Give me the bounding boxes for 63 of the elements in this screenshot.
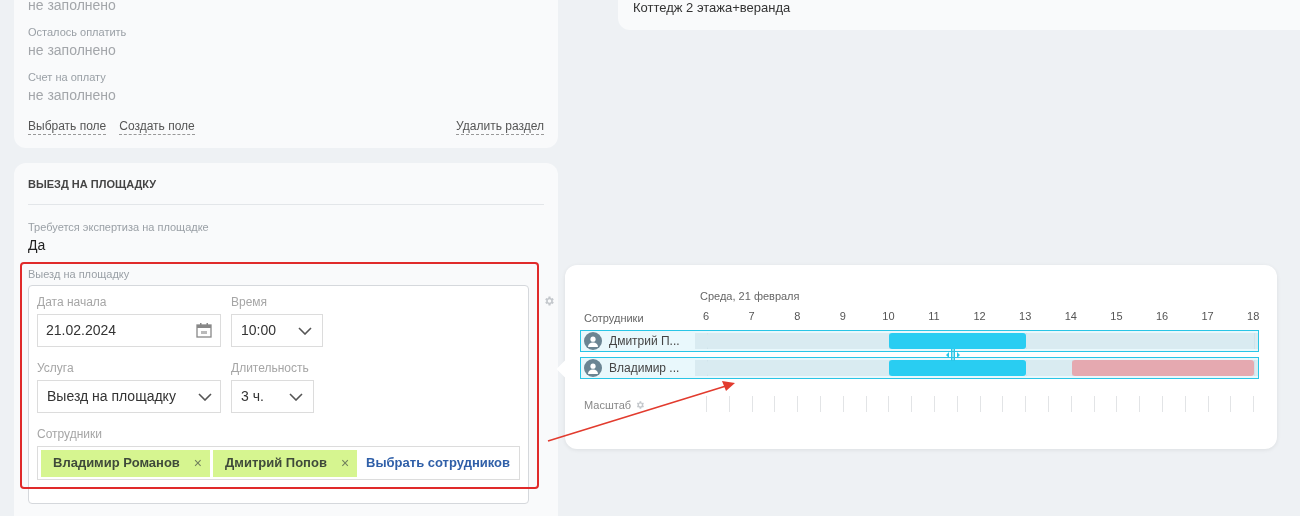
chevron-down-icon xyxy=(289,392,303,401)
date-field[interactable]: 21.02.2024 xyxy=(37,314,221,347)
section-title: ВЫЕЗД НА ПЛОЩАДКУ xyxy=(28,177,158,191)
tag-label: Дмитрий Попов xyxy=(225,454,327,473)
avatar-icon xyxy=(584,332,602,350)
schedule-date: Среда, 21 февраля xyxy=(700,289,801,303)
choose-staff-link[interactable]: Выбрать сотрудников xyxy=(366,453,510,473)
staff-name: Владимир ... xyxy=(609,360,680,376)
field-value: не заполнено xyxy=(28,41,117,59)
field-value: не заполнено xyxy=(28,86,117,104)
hour-label: 12 xyxy=(972,309,987,323)
avatar-icon xyxy=(584,359,602,377)
chevron-down-icon xyxy=(198,392,212,401)
hour-label: 15 xyxy=(1109,309,1124,323)
time-slot[interactable] xyxy=(1003,360,1026,376)
group-label: Выезд на площадку xyxy=(28,267,131,281)
field-label: Осталось оплатить xyxy=(28,25,128,39)
remove-tag-button[interactable]: × xyxy=(193,452,203,474)
chevron-down-icon xyxy=(298,326,312,335)
resize-handle-icon[interactable] xyxy=(945,349,961,361)
hour-label: 13 xyxy=(1018,309,1033,323)
hour-label: 10 xyxy=(881,309,896,323)
column-header: Сотрудники xyxy=(584,311,644,325)
hour-label: 17 xyxy=(1200,309,1215,323)
gear-icon[interactable] xyxy=(635,400,646,410)
staff-name: Дмитрий П... xyxy=(609,333,680,349)
object-description: Коттедж 2 этажа+веранда xyxy=(633,0,792,16)
field-value: не заполнено xyxy=(28,0,117,14)
field-label: Требуется экспертиза на площадке xyxy=(28,220,210,234)
field-label: Услуга xyxy=(37,361,75,375)
hour-label: 8 xyxy=(793,309,802,323)
hour-label: 18 xyxy=(1246,309,1261,323)
hour-label: 11 xyxy=(927,309,941,323)
staff-row[interactable]: Владимир ... xyxy=(580,357,1259,379)
staff-field[interactable]: Владимир Романов × Дмитрий Попов × Выбрать сотрудников xyxy=(37,446,520,480)
hour-label: 7 xyxy=(747,309,756,323)
time-slot[interactable] xyxy=(1003,333,1026,349)
dashed-link[interactable]: Выбрать поле xyxy=(28,118,107,135)
hour-label: 6 xyxy=(701,309,711,323)
staff-row[interactable]: Дмитрий П... xyxy=(580,330,1259,352)
delete-section-link[interactable]: Удалить раздел xyxy=(456,118,544,135)
scale-label: Масштаб xyxy=(584,398,632,412)
field-label: Время xyxy=(231,295,269,309)
time-slot[interactable] xyxy=(1072,360,1095,376)
hour-label: 9 xyxy=(838,309,847,323)
field-label: Сотрудники xyxy=(37,427,103,441)
duration-select[interactable]: 3 ч. xyxy=(231,380,314,413)
field-label: Дата начала xyxy=(37,295,108,309)
gear-icon[interactable] xyxy=(543,295,555,307)
time-slot[interactable] xyxy=(1231,360,1254,376)
remove-tag-button[interactable]: × xyxy=(340,452,350,474)
tag-label: Владимир Романов xyxy=(53,454,180,473)
calendar-icon[interactable] xyxy=(196,323,212,338)
service-select[interactable]: Выезд на площадку xyxy=(37,380,221,413)
field-label: Счет на оплату xyxy=(28,70,107,84)
hour-label: 14 xyxy=(1063,309,1078,323)
hour-label: 16 xyxy=(1154,309,1170,323)
time-slot[interactable] xyxy=(889,333,912,349)
field-value: Да xyxy=(28,236,47,254)
field-label: Длительность xyxy=(231,361,310,375)
time-slot[interactable] xyxy=(889,360,912,376)
time-select[interactable]: 10:00 xyxy=(231,314,323,347)
dashed-link[interactable]: Создать поле xyxy=(119,118,195,135)
